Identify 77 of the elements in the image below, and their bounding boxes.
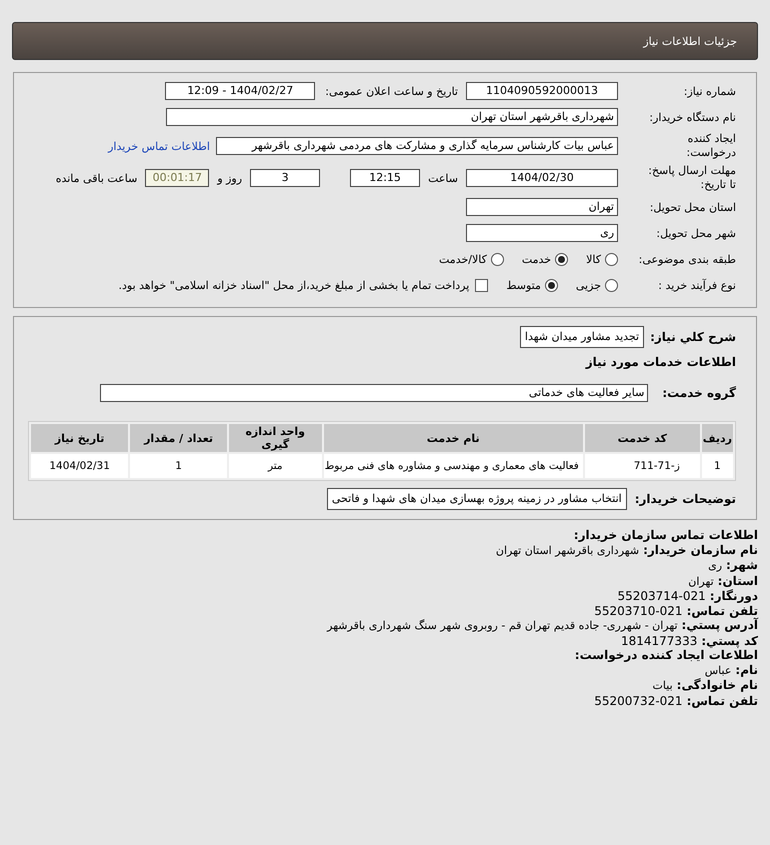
section-heading: اطلاعات خدمات مورد نیاز [584, 355, 736, 369]
option-label: متوسط [506, 278, 541, 292]
contact-heading: اطلاعات ایجاد کننده درخواست: [574, 648, 758, 662]
field-label: توضیحات خریدار: [634, 492, 736, 506]
contact-value: ری [708, 559, 722, 572]
summary-field: تجدید مشاور میدان شهدا [520, 326, 644, 348]
contact-label: تلفن تماس: [686, 604, 758, 618]
city-field: ری [466, 224, 618, 242]
field-label: شماره نیاز: [682, 84, 736, 98]
option-label: کالا/خدمت [439, 252, 487, 266]
column-header: تعداد / مقدار [130, 424, 227, 452]
field-label: شرح کلي نیاز: [650, 330, 736, 344]
announce-date-field: 1404/02/27 - 12:09 [165, 82, 316, 100]
radio-button[interactable] [605, 278, 618, 292]
buyer-contact-link[interactable]: اطلاعات تماس خریدار [108, 140, 210, 152]
field-label: روز و [217, 172, 242, 184]
column-header: تاریخ نیاز [31, 424, 128, 452]
contact-value: 55200732-021 [594, 694, 683, 708]
radio-button[interactable] [555, 252, 568, 266]
radio-button[interactable] [605, 252, 618, 266]
contact-label: آدرس پستي: [682, 618, 758, 632]
contact-value: 1814177333 [620, 634, 698, 648]
field-label: ساعت [428, 172, 458, 184]
buyer-field: شهرداری باقرشهر استان تهران [166, 108, 618, 126]
table-cell: 1 [702, 454, 733, 478]
field-label: نوع فرآیند خرید : [657, 278, 736, 292]
contact-value: تهران - شهرری- جاده قدیم تهران قم - روبروی شهر سنگ شهرداری باقرشهر [327, 619, 678, 632]
contact-label: تلفن تماس: [686, 694, 758, 708]
contact-label: کد پستي: [701, 634, 758, 648]
contact-label: دورنگار: [710, 589, 758, 603]
radio-button[interactable] [544, 278, 558, 292]
contact-value: عباس [704, 664, 732, 676]
requester-field: عباس بیات کارشناس سرمایه گذاری و مشارکت های مردمی شهرداری باقرشهر [216, 137, 618, 155]
time-field: 12:15 [350, 169, 420, 187]
province-field: تهران [466, 198, 618, 216]
contact-label: شهر: [726, 558, 758, 572]
field-label: ساعت باقی مانده [56, 172, 138, 184]
table-cell: 1 [130, 454, 227, 478]
field-label: طبقه بندی موضوعی: [638, 252, 736, 266]
column-header: ردیف [702, 424, 733, 452]
table-cell: ز-71-711 [584, 454, 700, 478]
buyer-notes-field: انتخاب مشاور در زمینه پروژه بهسازی میدان های شهدا و فاتحی [326, 488, 627, 510]
field-label: استان محل تحویل: [648, 200, 736, 214]
radio-button[interactable] [490, 252, 504, 266]
contact-label: استان: [718, 574, 758, 588]
table-cell: فعالیت های معماری و مهندسی و مشاوره های فنی مربوط [324, 454, 583, 478]
option-label: پرداخت تمام یا بخشی از مبلغ خرید،از محل "اسناد خزانه اسلامی" خواهد بود. [118, 278, 470, 292]
contact-label: نام خانوادگی: [676, 678, 758, 692]
contact-value: تهران [688, 574, 714, 588]
column-header: نام خدمت [324, 424, 583, 452]
field-label: شهر محل تحویل: [655, 226, 736, 240]
field-label: مهلت ارسال پاسخ: تا تاریخ: [647, 164, 736, 192]
checkbox[interactable] [475, 278, 488, 292]
contact-value: 55203714-021 [617, 589, 706, 603]
field-label: ایجاد کننده درخواست: [686, 132, 736, 160]
service-group-field: سایر فعالیت های خدماتی [100, 384, 648, 402]
remaining-time-field: 00:01:17 [145, 169, 210, 187]
date-field: 1404/02/30 [466, 169, 618, 187]
contact-heading: اطلاعات تماس سازمان خریدار: [574, 528, 758, 542]
days-field: 3 [250, 169, 320, 187]
contact-label: نام سازمان خریدار: [643, 542, 758, 556]
column-header: واحد اندازه گیری [228, 424, 322, 452]
field-label: گروه خدمت: [662, 386, 736, 400]
column-header: کد خدمت [584, 424, 700, 452]
contact-label: نام: [735, 662, 758, 676]
contact-value: 55203710-021 [594, 604, 683, 618]
option-label: خدمت [522, 252, 552, 266]
need-number-field: 1104090592000013 [466, 82, 618, 100]
table-cell: 1404/02/31 [31, 454, 128, 478]
contact-value: بیات [652, 679, 673, 692]
table-cell: متر [228, 454, 322, 478]
option-label: جزیی [576, 278, 601, 292]
contact-value: شهرداری باقرشهر استان تهران [496, 544, 640, 556]
field-label: نام دستگاه خریدار: [648, 110, 736, 124]
field-label: تاریخ و ساعت اعلان عمومی: [325, 84, 458, 98]
page-title: جزئیات اطلاعات نیاز [643, 34, 737, 48]
option-label: کالا [586, 252, 601, 266]
